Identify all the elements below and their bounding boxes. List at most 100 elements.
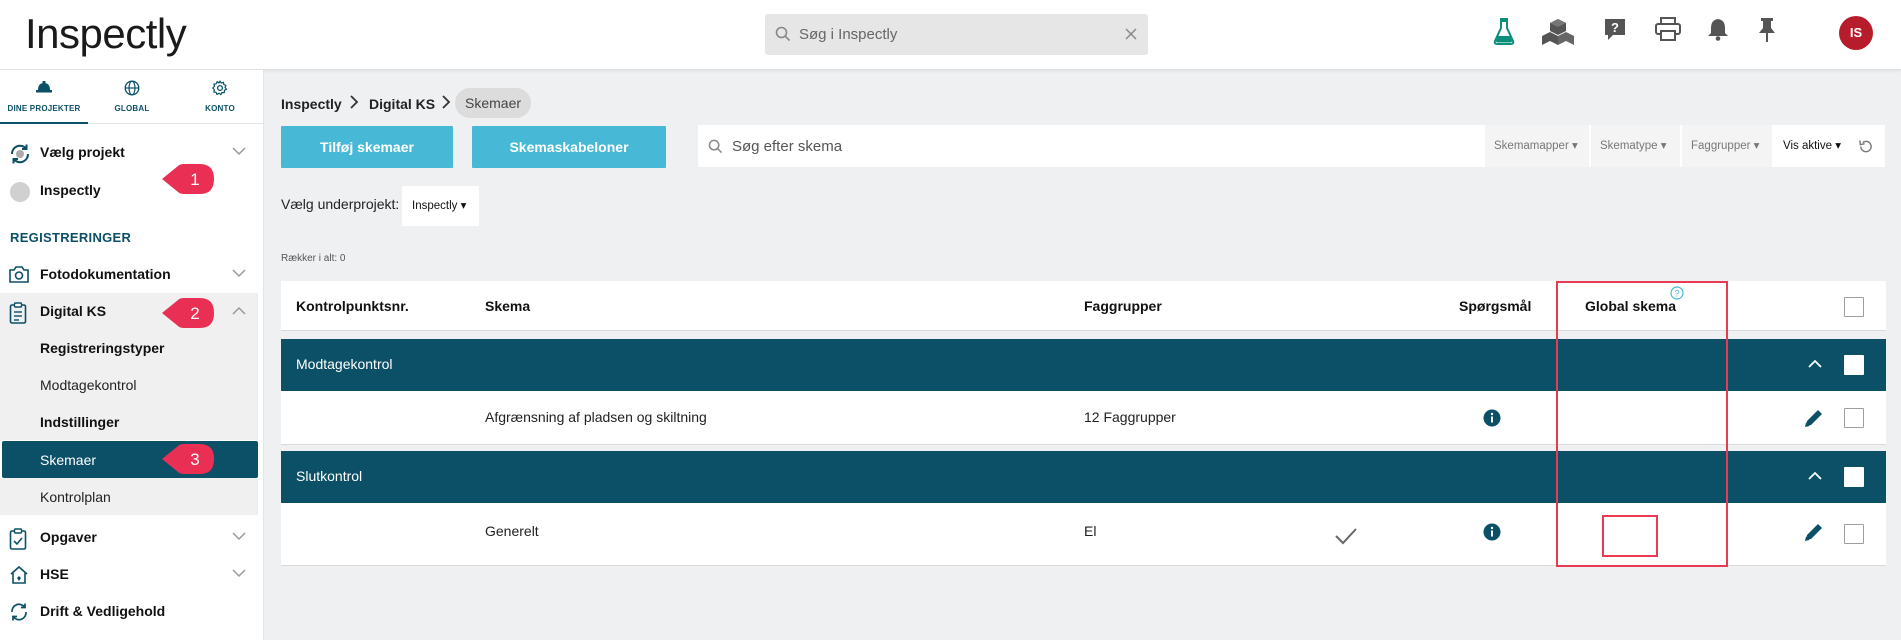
current-project-label: Inspectly <box>40 182 101 198</box>
col-control-nr[interactable]: Kontrolpunktsnr. <box>296 298 409 314</box>
add-schema-button[interactable]: Tilføj skemaer <box>281 126 453 168</box>
sidebar-item-opgaver[interactable]: Opgaver <box>0 519 258 555</box>
help-chat-icon[interactable]: ? <box>1603 17 1627 43</box>
search-icon <box>775 26 791 42</box>
annotation-number: 1 <box>190 170 200 189</box>
sidebar-subitem-label: Kontrolplan <box>40 489 111 505</box>
chevron-up-icon[interactable] <box>1808 359 1822 368</box>
breadcrumb-current: Skemaer <box>455 88 532 118</box>
filter-type-dropdown[interactable]: Skematype ▾ <box>1591 125 1680 167</box>
clipboard-check-icon <box>9 528 27 550</box>
group-checkbox[interactable] <box>1844 467 1864 487</box>
schema-templates-button[interactable]: Skemaskabeloner <box>472 126 666 168</box>
sidebar-tabs: DINE PROJEKTER GLOBAL KONTO <box>0 70 264 124</box>
tab-label: KONTO <box>205 104 235 113</box>
select-project[interactable]: Vælg projekt <box>0 134 258 170</box>
checkmark-icon <box>1334 527 1358 545</box>
dropdown-label: Vis aktive <box>1783 140 1833 152</box>
breadcrumb-item[interactable]: Inspectly <box>281 96 342 112</box>
logo-text: Inspectly <box>25 10 187 57</box>
col-schema[interactable]: Skema <box>485 298 530 314</box>
info-icon[interactable] <box>1483 409 1501 427</box>
clear-icon[interactable] <box>1124 27 1138 41</box>
sidebar-item-label: Fotodokumentation <box>40 266 171 282</box>
col-trade-groups[interactable]: Faggrupper <box>1084 298 1162 314</box>
cubes-icon[interactable] <box>1541 17 1575 47</box>
sidebar-item-digital-ks[interactable]: Digital KS <box>0 293 258 329</box>
dropdown-label: Skemamapper <box>1494 140 1569 152</box>
info-icon[interactable] <box>1483 523 1501 541</box>
sidebar-subitem-indstillinger[interactable]: Indstillinger <box>0 403 258 440</box>
pin-icon[interactable] <box>1757 17 1777 43</box>
dropdown-label: Inspectly <box>412 200 458 212</box>
chevron-up-icon[interactable] <box>1808 471 1822 480</box>
annotation-highlight-checkmark <box>1602 515 1658 557</box>
section-header-registreringer: REGISTRERINGER <box>10 230 132 245</box>
group-name: Slutkontrol <box>296 468 363 484</box>
chevron-right-icon <box>441 95 451 109</box>
filter-bar: Skemamapper ▾ Skematype ▾ Faggrupper ▾ V… <box>698 125 1885 167</box>
bell-icon[interactable] <box>1707 17 1729 41</box>
row-checkbox[interactable] <box>1844 524 1864 544</box>
global-search[interactable] <box>765 14 1148 55</box>
sidebar-subitem-label: Modtagekontrol <box>40 377 137 393</box>
svg-text:?: ? <box>1611 20 1619 35</box>
flask-icon[interactable] <box>1493 17 1515 45</box>
filter-active-dropdown[interactable]: Vis aktive ▾ <box>1774 125 1852 167</box>
col-questions[interactable]: Spørgsmål <box>1459 298 1531 314</box>
trade-groups-value: El <box>1084 523 1097 539</box>
rows-total: Rækker i alt: 0 <box>281 253 346 264</box>
subproject-label: Vælg underprojekt: <box>281 196 400 212</box>
subproject-dropdown[interactable]: Inspectly ▾ <box>402 186 479 226</box>
current-project[interactable]: Inspectly <box>0 172 258 208</box>
breadcrumb-item[interactable]: Digital KS <box>369 96 435 112</box>
printer-icon[interactable] <box>1655 17 1681 41</box>
sidebar-subitem-kontrolplan[interactable]: Kontrolplan <box>0 478 258 515</box>
tab-label: GLOBAL <box>114 104 150 113</box>
clipboard-icon <box>9 302 27 324</box>
app-logo[interactable]: Inspectly <box>25 10 187 58</box>
tab-dine-projekter[interactable]: DINE PROJEKTER <box>0 70 88 124</box>
edit-pencil-icon[interactable] <box>1803 407 1825 429</box>
filter-tradegroups-dropdown[interactable]: Faggrupper ▾ <box>1682 125 1772 167</box>
gear-icon <box>212 80 228 96</box>
schema-search-input[interactable] <box>732 125 1332 167</box>
select-project-label: Vælg projekt <box>40 144 125 160</box>
search-icon <box>708 139 723 154</box>
sidebar-item-drift[interactable]: Drift & Vedligehold <box>0 593 258 629</box>
edit-pencil-icon[interactable] <box>1803 521 1825 543</box>
annotation-badge-1: 1 <box>160 162 216 196</box>
filter-folders-dropdown[interactable]: Skemamapper ▾ <box>1485 125 1589 167</box>
chevron-down-icon <box>232 269 246 278</box>
hardhat-icon <box>36 80 52 94</box>
sidebar: DINE PROJEKTER GLOBAL KONTO Vælg projekt… <box>0 70 264 640</box>
group-checkbox[interactable] <box>1844 355 1864 375</box>
sidebar-item-hse[interactable]: HSE <box>0 556 258 592</box>
tab-global[interactable]: GLOBAL <box>88 70 176 124</box>
sidebar-item-label: Drift & Vedligehold <box>40 603 166 619</box>
sidebar-subitem-label: Skemaer <box>40 452 97 468</box>
reset-icon[interactable] <box>1858 139 1873 154</box>
sidebar-subitem-label: Registreringstyper <box>40 340 165 356</box>
select-all-checkbox[interactable] <box>1844 297 1864 317</box>
cycle-icon <box>9 602 29 622</box>
sidebar-subitem-modtagekontrol[interactable]: Modtagekontrol <box>0 366 258 403</box>
sidebar-subitem-label: Indstillinger <box>40 414 120 430</box>
sidebar-subitem-registreringstyper[interactable]: Registreringstyper <box>0 329 258 366</box>
annotation-number: 2 <box>190 304 200 323</box>
sidebar-item-label: Digital KS <box>40 303 107 319</box>
chevron-down-icon <box>232 532 246 541</box>
schema-name[interactable]: Afgrænsning af pladsen og skiltning <box>485 409 707 425</box>
house-shield-icon <box>9 565 29 585</box>
schema-name[interactable]: Generelt <box>485 523 539 539</box>
chevron-down-icon <box>232 147 246 156</box>
user-avatar[interactable]: IS <box>1839 16 1873 50</box>
sidebar-item-fotodokumentation[interactable]: Fotodokumentation <box>0 256 258 292</box>
sidebar-subitem-skemaer[interactable]: Skemaer <box>2 441 258 478</box>
row-checkbox[interactable] <box>1844 408 1864 428</box>
trade-groups-value: 12 Faggrupper <box>1084 409 1176 425</box>
dropdown-label: Faggrupper <box>1691 140 1751 152</box>
tab-konto[interactable]: KONTO <box>176 70 264 124</box>
project-avatar <box>10 182 30 202</box>
global-search-input[interactable] <box>799 14 1109 55</box>
